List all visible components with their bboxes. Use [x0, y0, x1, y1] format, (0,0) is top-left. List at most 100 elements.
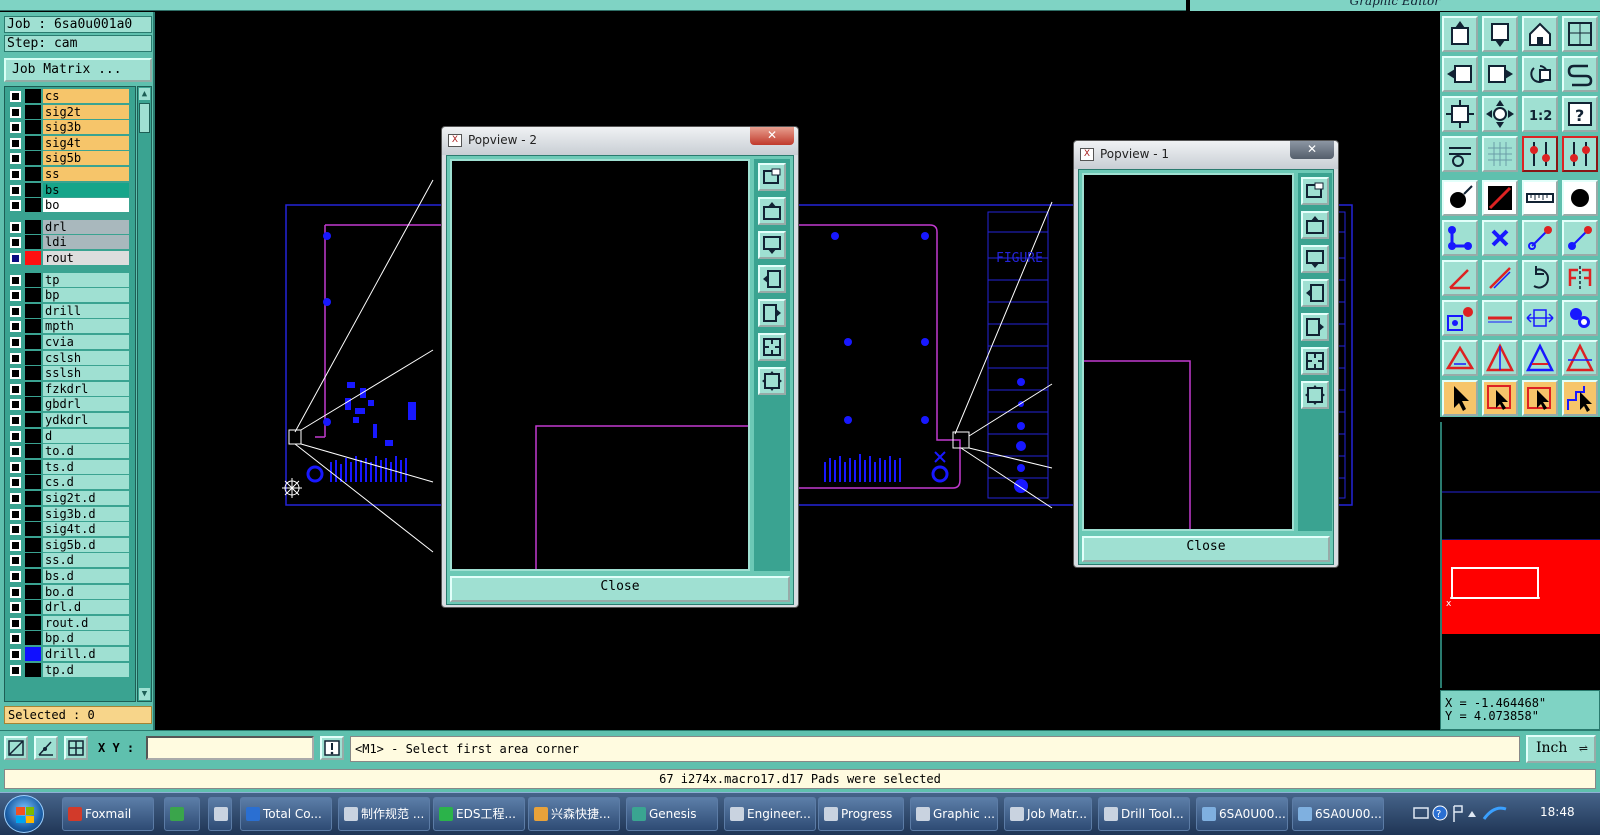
pad-icon[interactable]: [1562, 180, 1598, 216]
copy-pads-icon[interactable]: [1562, 300, 1598, 336]
zoom-window-icon[interactable]: [1301, 177, 1329, 205]
layer-row[interactable]: sig3b.d: [7, 506, 133, 521]
taskbar-button[interactable]: Total Co...: [240, 797, 332, 831]
layer-checkbox[interactable]: [10, 290, 21, 302]
layer-checkbox[interactable]: [10, 524, 21, 536]
layer-checkbox[interactable]: [10, 237, 21, 249]
zoom-in-icon[interactable]: [1482, 96, 1518, 132]
layer-name[interactable]: drl: [43, 219, 129, 234]
help-icon[interactable]: ?: [1562, 96, 1598, 132]
layer-name[interactable]: sig5b: [43, 151, 129, 166]
taskbar-button[interactable]: [164, 797, 200, 831]
layer-name[interactable]: tp.d: [43, 662, 129, 677]
layer-row[interactable]: bo.d: [7, 584, 133, 599]
layer-checkbox[interactable]: [10, 602, 21, 614]
zoom-in-icon[interactable]: [1301, 381, 1329, 409]
layer-name[interactable]: bp.d: [43, 631, 129, 646]
triangle-base-icon[interactable]: [1522, 340, 1558, 376]
popview-2-close-button[interactable]: Close: [450, 576, 790, 602]
layer-checkbox[interactable]: [10, 493, 21, 504]
taskbar-button[interactable]: 6SA0U00...: [1196, 797, 1288, 831]
layer-checkbox[interactable]: [10, 399, 21, 411]
popview-1-titlebar[interactable]: X Popview - 1 ✕: [1074, 141, 1338, 169]
taskbar-button[interactable]: Genesis: [626, 797, 718, 831]
layer-name[interactable]: cslsh: [43, 350, 129, 365]
pan-down-icon[interactable]: [1301, 245, 1329, 273]
taskbar-button[interactable]: 制作规范 ...: [338, 797, 430, 831]
layer-checkbox[interactable]: [10, 368, 21, 380]
layer-checkbox[interactable]: [10, 321, 21, 333]
zoom-window-icon[interactable]: [1562, 16, 1598, 52]
pan-up-icon[interactable]: [1301, 211, 1329, 239]
start-button[interactable]: [4, 795, 44, 833]
layer-name[interactable]: tp: [43, 272, 129, 287]
layer-name[interactable]: sig2t.d: [43, 491, 129, 505]
layer-name[interactable]: cs.d: [43, 475, 129, 490]
layer-name[interactable]: sig3b: [43, 120, 129, 135]
layer-checkbox[interactable]: [10, 274, 21, 286]
layer-row[interactable]: drl: [7, 219, 133, 234]
triangle-outline-icon[interactable]: [1442, 340, 1478, 376]
popview-1-viewport[interactable]: [1082, 173, 1294, 531]
layer-row[interactable]: sig4t: [7, 135, 133, 150]
layer-checkbox[interactable]: [10, 305, 21, 317]
line-from-point-icon[interactable]: [1562, 220, 1598, 256]
layer-checkbox[interactable]: [10, 200, 21, 212]
layer-checkbox[interactable]: [10, 337, 21, 348]
layer-row[interactable]: bo: [7, 198, 133, 213]
layer-checkbox[interactable]: [10, 649, 21, 660]
angle-icon[interactable]: [1442, 260, 1478, 296]
layer-row[interactable]: cs.d: [7, 475, 133, 490]
layer-row[interactable]: gbdrl: [7, 397, 133, 412]
cross-icon[interactable]: [1482, 220, 1518, 256]
arrow-up-icon[interactable]: [1468, 811, 1476, 817]
layer-name[interactable]: gbdrl: [43, 397, 129, 412]
layer-row[interactable]: sig5b: [7, 151, 133, 166]
layer-name[interactable]: mpth: [43, 319, 129, 334]
layer-name[interactable]: bo: [43, 198, 129, 213]
layer-checkbox[interactable]: [10, 430, 21, 442]
stretch-icon[interactable]: [1522, 300, 1558, 336]
layer-checkbox[interactable]: [10, 122, 21, 134]
layer-checkbox[interactable]: [10, 253, 21, 264]
taskbar-button[interactable]: Progress: [818, 797, 904, 831]
layer-row[interactable]: tp: [7, 272, 133, 287]
pan-right-icon[interactable]: [758, 299, 786, 327]
layer-checkbox[interactable]: [10, 617, 21, 629]
overview-map[interactable]: x: [1440, 422, 1600, 688]
pan-down-icon[interactable]: [1482, 16, 1518, 52]
layer-row[interactable]: sslsh: [7, 366, 133, 381]
layer-name[interactable]: ss: [43, 167, 129, 181]
layer-name[interactable]: sig2t: [43, 104, 129, 119]
snap-angle-icon[interactable]: [34, 736, 58, 760]
layer-row[interactable]: ss.d: [7, 553, 133, 568]
pan-left-icon[interactable]: [1301, 279, 1329, 307]
triangle-icon[interactable]: [1482, 340, 1518, 376]
layer-checkbox[interactable]: [10, 153, 21, 165]
zoom-in-icon[interactable]: [758, 367, 786, 395]
layer-checkbox[interactable]: [10, 539, 21, 551]
move-pad-icon[interactable]: [1442, 300, 1478, 336]
layer-name[interactable]: d: [43, 428, 129, 443]
pan-left-icon[interactable]: [1442, 56, 1478, 92]
layer-name[interactable]: sig4t: [43, 135, 129, 150]
layer-checkbox[interactable]: [10, 586, 21, 598]
diagonal-line-icon[interactable]: [1482, 260, 1518, 296]
layer-name[interactable]: drl.d: [43, 600, 129, 615]
layer-name[interactable]: sslsh: [43, 366, 129, 381]
layer-name[interactable]: ts.d: [43, 459, 129, 474]
layer-row[interactable]: bs.d: [7, 569, 133, 583]
close-icon[interactable]: ✕: [1290, 141, 1334, 159]
layer-checkbox[interactable]: [10, 137, 21, 149]
keyboard-icon[interactable]: [1413, 807, 1429, 819]
layer-checkbox[interactable]: [10, 461, 21, 473]
scroll-up-arrow-icon[interactable]: ▲: [139, 88, 150, 100]
layer-name[interactable]: ldi: [43, 235, 129, 250]
pan-left-icon[interactable]: [758, 265, 786, 293]
undo-zoom-icon[interactable]: [1522, 56, 1558, 92]
layer-row[interactable]: d: [7, 428, 133, 443]
layer-name[interactable]: sig3b.d: [43, 506, 129, 521]
horizontal-line-icon[interactable]: [1482, 300, 1518, 336]
taskbar-button[interactable]: 兴森快捷...: [528, 797, 620, 831]
popview-2-viewport[interactable]: [450, 159, 750, 571]
